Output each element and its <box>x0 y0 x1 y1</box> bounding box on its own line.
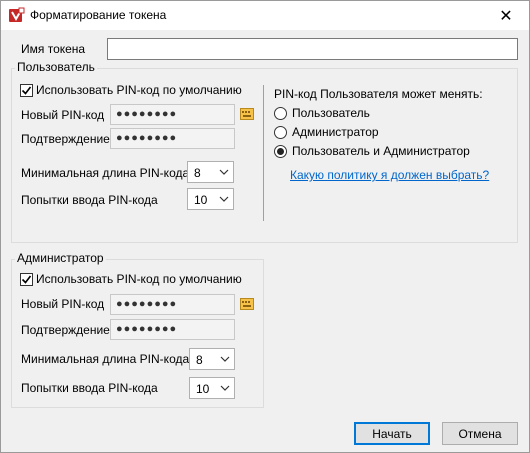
user-group-legend: Пользователь <box>15 60 97 74</box>
policy-option-user-label: Пользователь <box>292 106 370 120</box>
user-min-length-label: Минимальная длина PIN-кода <box>21 166 190 180</box>
chevron-down-icon <box>219 169 229 175</box>
admin-min-length-label: Минимальная длина PIN-кода <box>21 352 190 366</box>
start-button[interactable]: Начать <box>354 422 430 445</box>
admin-attempts-select[interactable]: 10 <box>189 377 235 399</box>
user-attempts-value: 10 <box>194 193 208 207</box>
cancel-button[interactable]: Отмена <box>442 422 518 445</box>
policy-radio-user[interactable] <box>274 107 287 120</box>
chevron-down-icon <box>220 356 230 362</box>
cancel-button-label: Отмена <box>458 426 502 441</box>
user-attempts-label: Попытки ввода PIN-кода <box>21 193 158 207</box>
policy-radio-user-and-admin[interactable] <box>274 145 287 158</box>
policy-option-user-and-admin-label: Пользователь и Администратор <box>292 144 470 158</box>
user-new-pin-input[interactable]: ●●●●●●●● <box>110 104 235 125</box>
user-confirm-input[interactable]: ●●●●●●●● <box>110 128 235 149</box>
chevron-down-icon <box>220 385 230 391</box>
title-bar: Форматирование токена ✕ <box>1 1 529 30</box>
policy-option-admin-label: Администратор <box>292 125 379 139</box>
token-name-label: Имя токена <box>21 42 86 56</box>
admin-group-legend: Администратор <box>15 251 106 265</box>
user-attempts-select[interactable]: 10 <box>187 188 234 210</box>
admin-use-default-label: Использовать PIN-код по умолчанию <box>36 272 242 286</box>
admin-min-length-select[interactable]: 8 <box>189 348 235 370</box>
user-new-pin-label: Новый PIN-код <box>21 108 105 122</box>
window-title: Форматирование токена <box>30 8 167 22</box>
virtual-keyboard-icon[interactable] <box>240 108 254 120</box>
admin-new-pin-input[interactable]: ●●●●●●●● <box>110 294 235 315</box>
admin-use-default-checkbox[interactable] <box>20 273 33 286</box>
vertical-divider <box>263 85 264 221</box>
user-use-default-label: Использовать PIN-код по умолчанию <box>36 83 242 97</box>
close-icon: ✕ <box>499 7 513 25</box>
check-icon <box>21 275 32 284</box>
admin-min-length-value: 8 <box>196 353 203 367</box>
chevron-down-icon <box>219 196 229 202</box>
policy-heading: PIN-код Пользователя может менять: <box>274 87 483 101</box>
admin-confirm-input[interactable]: ●●●●●●●● <box>110 319 235 340</box>
admin-attempts-value: 10 <box>196 382 210 396</box>
check-icon <box>21 86 32 95</box>
admin-attempts-label: Попытки ввода PIN-кода <box>21 381 158 395</box>
close-button[interactable]: ✕ <box>483 1 529 30</box>
start-button-label: Начать <box>372 426 412 441</box>
admin-new-pin-label: Новый PIN-код <box>21 297 105 311</box>
policy-help-link[interactable]: Какую политику я должен выбрать? <box>290 168 489 182</box>
token-format-app-icon <box>9 7 25 22</box>
user-min-length-value: 8 <box>194 166 201 180</box>
user-confirm-label: Подтверждение <box>21 132 110 146</box>
policy-radio-admin[interactable] <box>274 126 287 139</box>
token-name-input[interactable] <box>107 38 518 60</box>
virtual-keyboard-icon[interactable] <box>240 298 254 310</box>
user-min-length-select[interactable]: 8 <box>187 161 234 183</box>
format-token-dialog: Форматирование токена ✕ Имя токена Польз… <box>0 0 530 453</box>
user-use-default-checkbox[interactable] <box>20 84 33 97</box>
admin-confirm-label: Подтверждение <box>21 323 110 337</box>
